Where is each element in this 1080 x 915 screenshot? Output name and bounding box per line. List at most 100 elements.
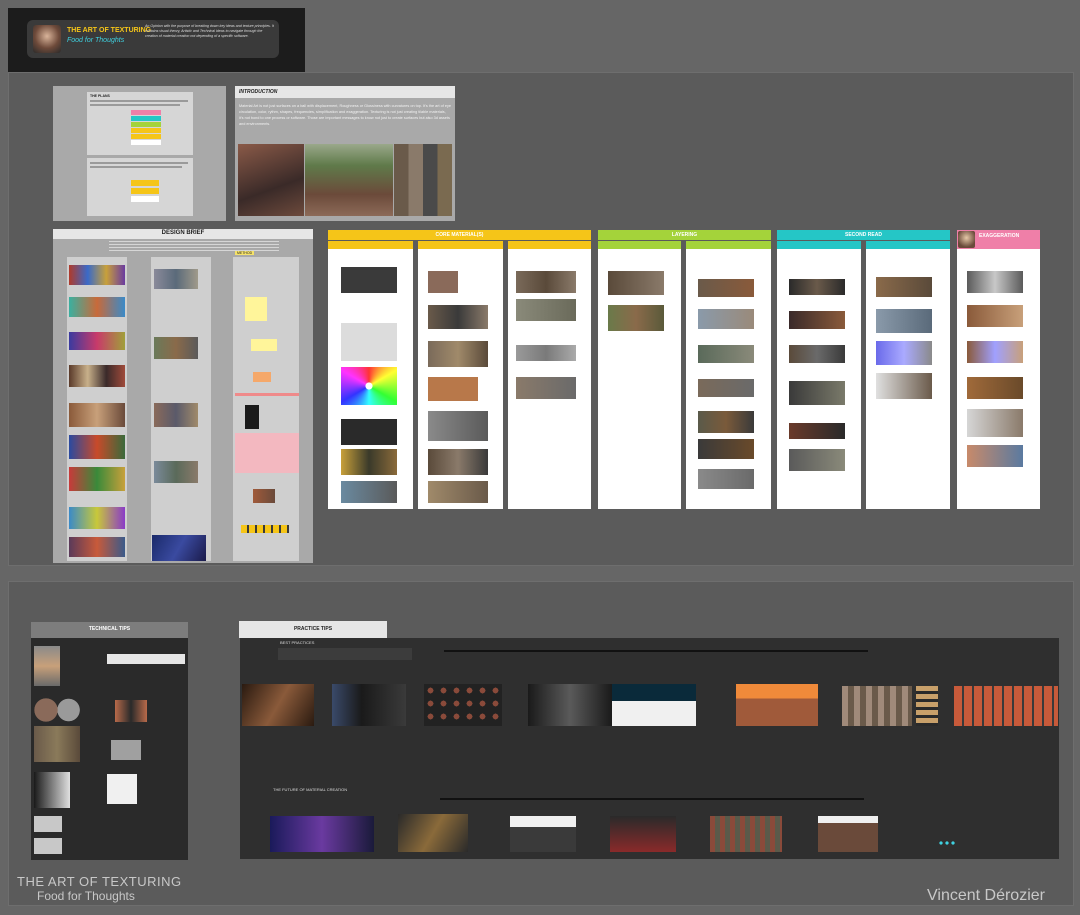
- core-col-aging: [508, 249, 591, 509]
- second-read-col-detail: [866, 249, 950, 509]
- more-indicator: [938, 841, 956, 845]
- category-layering: LAYERING DIRT TRANSITION: [598, 230, 771, 509]
- author-avatar: [33, 25, 61, 53]
- transition-thumb: [698, 469, 754, 489]
- plan-step-pink: [131, 110, 161, 115]
- layering-sub-dirt: DIRT: [598, 240, 681, 255]
- plan-block: [131, 188, 159, 194]
- brief-thumb: [253, 489, 275, 503]
- exaggeration-col: [957, 249, 1040, 509]
- plans-text-line: [90, 166, 182, 168]
- dirt-thumb: [608, 271, 664, 295]
- transition-thumb: [698, 379, 754, 397]
- aging-thumb: [516, 377, 576, 399]
- exaggeration-header: EXAGGERATION: [957, 230, 1040, 249]
- method-note: [245, 297, 267, 321]
- transition-thumb: [698, 309, 754, 329]
- future-thumb: [710, 816, 782, 852]
- shapes-thumb: [428, 341, 488, 367]
- brief-thumb: [154, 269, 198, 289]
- brief-col-2: [151, 257, 211, 561]
- method-highlight: [235, 433, 299, 473]
- header-title: THE ART OF TEXTURING: [67, 27, 152, 34]
- intro-photo-grid: [394, 144, 452, 216]
- layering-sub-transition: TRANSITION: [686, 240, 771, 255]
- brief-icons: [241, 525, 289, 533]
- footer-title: THE ART OF TEXTURING: [17, 874, 182, 889]
- brief-thumb: [69, 403, 125, 427]
- core-header: CORE MATERIAL(S): [328, 230, 591, 240]
- exaggeration-thumb: [967, 305, 1023, 327]
- design-brief-title-bar: DESIGN BRIEF: [53, 229, 313, 239]
- shapes-thumb: [428, 271, 458, 293]
- category-second-read: SECOND READ MATERIAL RESPONSE DETAIL SUR…: [777, 230, 950, 509]
- color-thumb: [341, 419, 397, 445]
- core-col-shapes: [418, 249, 503, 509]
- second-read-title: SECOND READ: [845, 232, 882, 238]
- brief-thumb: [69, 265, 125, 285]
- color-thumb: [341, 481, 397, 503]
- transition-thumb: [698, 439, 754, 459]
- color-thumb: [341, 267, 397, 293]
- detail-thumb: [876, 277, 932, 297]
- layering-title: LAYERING: [671, 232, 698, 238]
- plans-title: THE PLANS: [90, 94, 110, 98]
- brief-thumb: [69, 537, 125, 557]
- exaggeration-thumb: [967, 377, 1023, 399]
- practice-thumb: [242, 684, 314, 726]
- plans-text-line: [90, 104, 180, 106]
- layering-col-transition: [686, 249, 771, 509]
- core-col-color: [328, 249, 413, 509]
- plans-text-line: [90, 162, 188, 164]
- plans-sheet-2: [87, 158, 193, 216]
- intro-card: INTRODUCTION Material Art is not just su…: [235, 86, 455, 221]
- future-thumb: [270, 816, 374, 852]
- design-brief-panel: DESIGN BRIEF METHOD: [53, 229, 313, 563]
- transition-thumb: [698, 345, 754, 363]
- brief-thumb: [69, 297, 125, 317]
- practice-tips-panel: BEST PRACTICES THE FUTURE OF MATERIAL CR…: [240, 638, 1059, 859]
- future-thumb: [610, 816, 676, 852]
- plans-card: THE PLANS: [53, 86, 226, 221]
- practice-tips-tab: PRACTICE TIPS: [239, 621, 387, 638]
- future-divider: [440, 798, 864, 800]
- tech-thumb: [34, 772, 70, 808]
- plan-block: [131, 180, 159, 186]
- intro-photo-main: [238, 144, 304, 216]
- detail-thumb: [876, 309, 932, 333]
- aging-thumb: [516, 299, 576, 321]
- aging-thumb: [516, 345, 576, 361]
- plan-step-white: [131, 140, 161, 145]
- core-sub-color: COLOR: [328, 240, 413, 255]
- brief-col-1: [67, 257, 127, 561]
- brief-thumb: [152, 535, 206, 561]
- header-description: An Opinion with the purpose of breaking …: [145, 24, 274, 38]
- aging-thumb: [516, 271, 576, 293]
- transition-thumb: [698, 411, 754, 433]
- detail-thumb: [876, 341, 932, 365]
- practice-thumb: [736, 684, 818, 726]
- core-sub-aging: AGING: [508, 240, 591, 255]
- color-wheel: [341, 367, 397, 405]
- category-core-materials: CORE MATERIAL(S) COLOR SHAPES AGING: [328, 230, 591, 509]
- core-title: CORE MATERIAL(S): [435, 232, 484, 238]
- core-sub-shapes: SHAPES: [418, 240, 503, 255]
- future-thumb: [818, 816, 878, 852]
- future-thumb: [510, 816, 576, 852]
- plan-step-green: [131, 122, 161, 127]
- tech-thumb: [111, 740, 141, 760]
- technical-tips-panel: TECHNICAL TIPS: [31, 622, 188, 860]
- method-label: METHOD: [235, 251, 255, 255]
- layering-header: LAYERING: [598, 230, 771, 240]
- shapes-thumb: [428, 377, 478, 401]
- practice-thumb: [954, 686, 1058, 726]
- tech-thumb: [115, 700, 147, 722]
- method-note: [251, 339, 277, 351]
- dirt-thumb: [608, 305, 664, 331]
- brief-thumb: [69, 435, 125, 459]
- tech-thumb: [34, 816, 62, 832]
- transition-thumb: [698, 279, 754, 297]
- footer-author: Vincent Dérozier: [927, 887, 1045, 904]
- plans-sheet: THE PLANS: [87, 92, 193, 155]
- future-thumb: [398, 814, 468, 852]
